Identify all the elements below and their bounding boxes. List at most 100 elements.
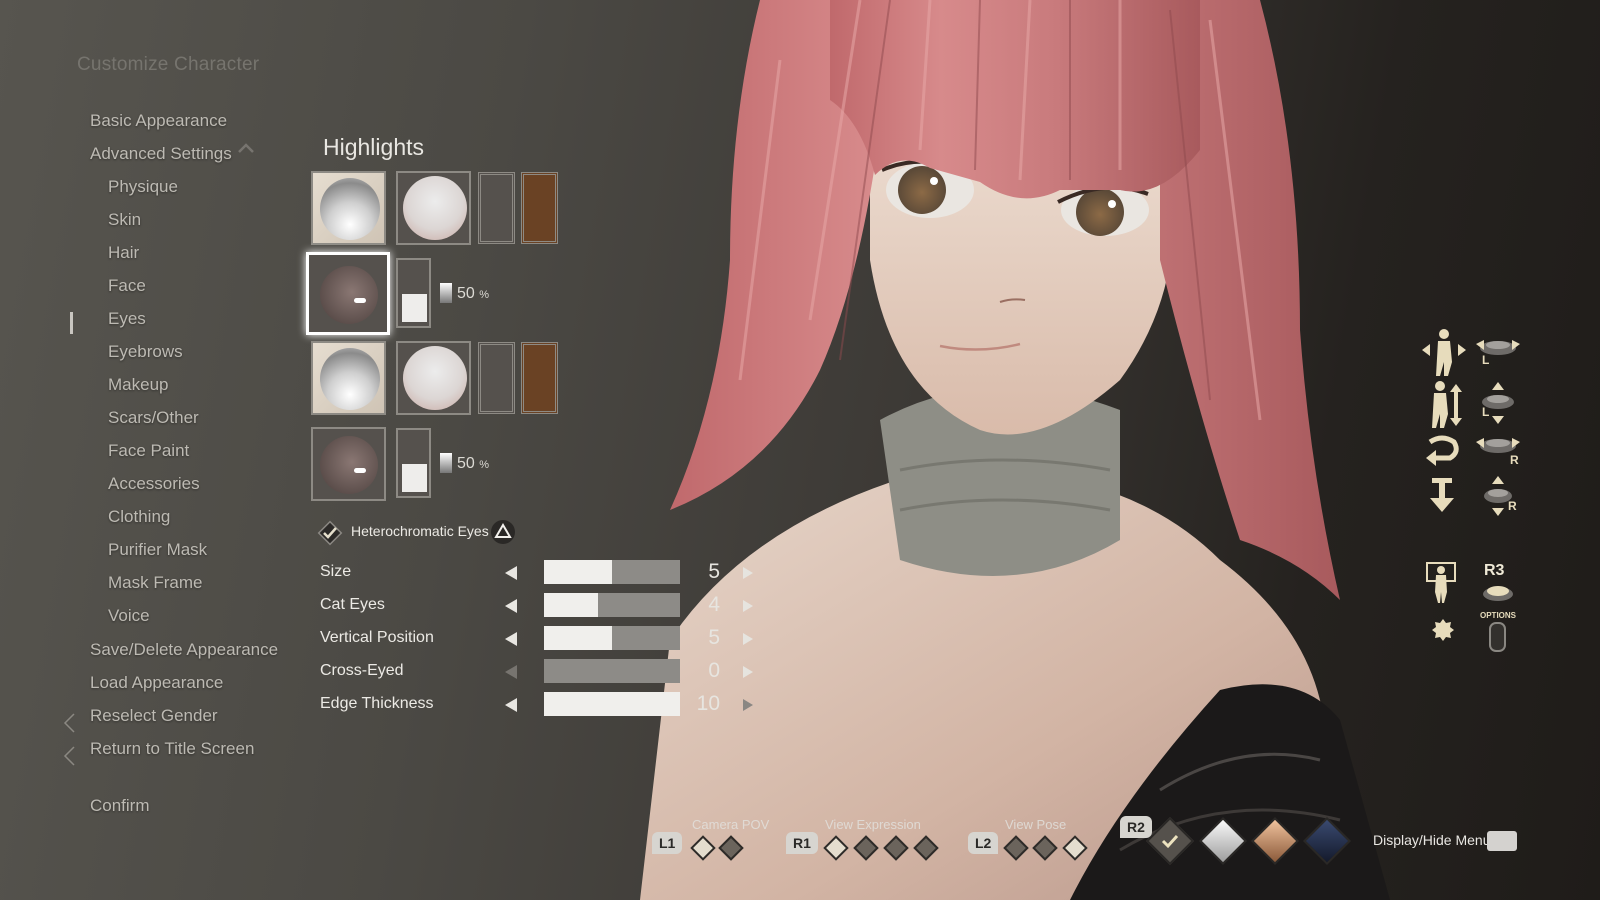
touchpad-button-icon[interactable] [1487, 831, 1517, 851]
l1-button[interactable]: L1 [652, 832, 683, 854]
decrease-arrow-icon[interactable] [505, 566, 517, 580]
gradient-icon [440, 453, 452, 473]
heterochromatic-checkbox[interactable] [317, 520, 343, 546]
left-stick-icon: L [1482, 382, 1514, 424]
options-label: OPTIONS [1480, 611, 1517, 620]
menu-item-scars-other[interactable]: Scars/Other [108, 408, 199, 428]
menu-item-load-appearance[interactable]: Load Appearance [90, 673, 223, 693]
menu-item-face-paint[interactable]: Face Paint [108, 441, 189, 461]
menu-item-clothing[interactable]: Clothing [108, 507, 170, 527]
menu-item-basic-appearance[interactable]: Basic Appearance [90, 111, 227, 131]
r1-button[interactable]: R1 [786, 832, 818, 854]
slider-value: 5 [708, 560, 720, 583]
menu-item-face[interactable]: Face [108, 276, 146, 296]
menu-item-accessories[interactable]: Accessories [108, 474, 200, 494]
gradient-icon [440, 283, 452, 303]
sphere-preview-icon [403, 176, 467, 240]
triangle-button-icon[interactable] [490, 519, 516, 545]
screenshot-pose-icon [1426, 562, 1456, 603]
menu-item-physique[interactable]: Physique [108, 177, 178, 197]
menu-title: Customize Character [77, 54, 260, 75]
slider-fill [544, 560, 612, 584]
highlight-shape-swatch-2[interactable] [311, 341, 386, 415]
eye-preview-icon [320, 266, 378, 324]
selection-indicator [70, 312, 73, 334]
right-stick-icon: R [1476, 438, 1520, 467]
intensity-bar-1[interactable] [396, 258, 431, 328]
slider-value: 0 [708, 659, 720, 682]
r3-label: R3 [1484, 562, 1505, 579]
slider-track[interactable] [544, 692, 680, 716]
slider-value: 10 [696, 692, 720, 715]
svg-text:R: R [1510, 453, 1519, 467]
menu-item-eyes[interactable]: Eyes [108, 309, 146, 329]
increase-arrow-icon[interactable] [743, 633, 753, 645]
slider-fill [544, 692, 680, 716]
empty-color-slot-2[interactable] [478, 342, 515, 414]
intensity-value-2: 50 % [457, 455, 490, 472]
left-stick-icon: L [1476, 340, 1520, 367]
menu-item-eyebrows[interactable]: Eyebrows [108, 342, 183, 362]
highlight-texture-swatch-1[interactable] [306, 252, 390, 335]
intensity-bar-2[interactable] [396, 428, 431, 498]
highlight-color-swatch-2[interactable] [396, 341, 471, 415]
right-eye [1076, 188, 1124, 236]
character-preview[interactable] [600, 0, 1400, 900]
decrease-arrow-icon[interactable] [505, 665, 517, 679]
increase-arrow-icon[interactable] [743, 600, 753, 612]
slider-track[interactable] [544, 659, 680, 683]
svg-text:R: R [1508, 499, 1517, 513]
rotate-icon [1426, 435, 1459, 466]
increase-arrow-icon[interactable] [743, 567, 753, 579]
camera-pov-label: Camera POV [692, 817, 770, 832]
r2-button[interactable]: R2 [1120, 816, 1152, 838]
menu-item-voice[interactable]: Voice [108, 606, 150, 626]
r3-stick-icon [1483, 586, 1513, 601]
svg-text:L: L [1482, 353, 1489, 367]
highlight-shape-swatch-1[interactable] [311, 171, 386, 245]
right-stick-icon: R [1484, 476, 1517, 516]
zoom-icon [1430, 478, 1454, 512]
sphere-preview-icon [320, 348, 380, 410]
slider-label: Vertical Position [320, 629, 434, 646]
menu-item-makeup[interactable]: Makeup [108, 375, 168, 395]
slider-label: Cross-Eyed [320, 662, 404, 679]
highlight-color-swatch-1[interactable] [396, 171, 471, 245]
slider-value: 5 [708, 626, 720, 649]
menu-item-hair[interactable]: Hair [108, 243, 139, 263]
slider-label: Cat Eyes [320, 596, 385, 613]
l2-button[interactable]: L2 [968, 832, 999, 854]
decrease-arrow-icon[interactable] [505, 599, 517, 613]
slider-track[interactable] [544, 560, 680, 584]
svg-text:L: L [1482, 405, 1489, 419]
slider-track[interactable] [544, 593, 680, 617]
menu-item-mask-frame[interactable]: Mask Frame [108, 573, 202, 593]
brown-color-slot-1[interactable] [521, 172, 558, 244]
gear-icon [1432, 619, 1454, 641]
menu-item-advanced-settings[interactable]: Advanced Settings [90, 144, 232, 164]
menu-item-purifier-mask[interactable]: Purifier Mask [108, 540, 207, 560]
intensity-value-1: 50 % [457, 285, 490, 302]
view-pose-label: View Pose [1005, 817, 1067, 832]
sphere-preview-icon [403, 346, 467, 410]
menu-item-skin[interactable]: Skin [108, 210, 141, 230]
move-vertical-icon [1432, 381, 1462, 428]
empty-color-slot-1[interactable] [478, 172, 515, 244]
slider-fill [544, 593, 599, 617]
menu-item-save-delete-appearance[interactable]: Save/Delete Appearance [90, 640, 278, 660]
menu-item-return-to-title[interactable]: Return to Title Screen [90, 739, 254, 759]
decrease-arrow-icon[interactable] [505, 632, 517, 646]
intensity-fill [402, 464, 427, 492]
increase-arrow-icon[interactable] [743, 699, 753, 711]
increase-arrow-icon[interactable] [743, 666, 753, 678]
menu-item-reselect-gender[interactable]: Reselect Gender [90, 706, 218, 726]
decrease-arrow-icon[interactable] [505, 698, 517, 712]
highlight-texture-swatch-2[interactable] [311, 427, 386, 501]
view-expression-label: View Expression [825, 817, 921, 832]
brown-color-slot-2[interactable] [521, 342, 558, 414]
chevron-up-icon[interactable] [238, 143, 254, 153]
slider-fill [544, 626, 612, 650]
menu-item-confirm[interactable]: Confirm [90, 796, 150, 816]
left-eye [898, 166, 946, 214]
slider-track[interactable] [544, 626, 680, 650]
